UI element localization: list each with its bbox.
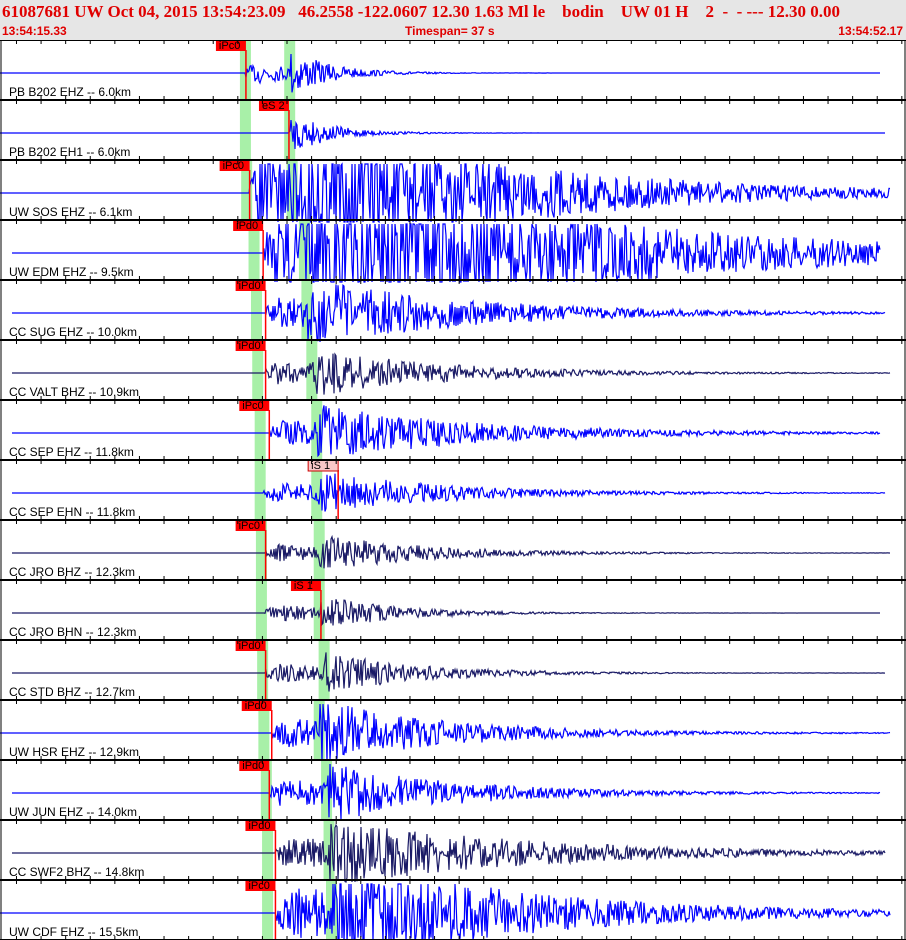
pick-label: iPc0	[239, 520, 260, 532]
p-arrival-band	[255, 580, 267, 640]
trace-row[interactable]: iS 1 CC JRO BHN -- 12.3km	[9, 580, 880, 640]
pick-label: iPd0	[239, 340, 261, 352]
pick-label: eS 2	[262, 100, 285, 112]
start-time: 13:54:15.33	[2, 24, 67, 38]
seismogram	[12, 763, 881, 820]
station-label: CC SEP EHN -- 11.8km	[9, 505, 135, 519]
station-label: CC VALT BHZ -- 10.9km	[9, 385, 139, 399]
station-label: CC STD BHZ -- 12.7km	[9, 685, 135, 699]
trace-row[interactable]: iPd0 UW JUN EHZ -- 14.0km	[9, 760, 881, 820]
seismogram	[0, 119, 885, 150]
seismogram	[12, 283, 886, 343]
station-label: PB B202 EH1 -- 6.0km	[9, 145, 130, 159]
station-label: CC SUG EHZ -- 10.0km	[9, 325, 137, 339]
trace-row[interactable]: iPd0 CC SWF2 BHZ -- 14.8km	[9, 820, 886, 883]
pick-label: iPd0	[236, 220, 258, 232]
seismogram	[12, 405, 881, 458]
trace-row[interactable]: iPc0 UW CDF EHZ -- 15.5km	[0, 880, 891, 940]
seismogram	[12, 599, 880, 627]
pick-label: iPd0	[239, 640, 261, 652]
pick-label: iPc0	[248, 880, 269, 892]
trace-row[interactable]: iPd0 CC SUG EHZ -- 10.0km	[9, 280, 886, 343]
trace-row[interactable]: iPd0 CC VALT BHZ -- 10.9km	[9, 340, 891, 400]
station-label: CC JRO BHZ -- 12.3km	[9, 565, 135, 579]
pick-label: iPc0	[219, 40, 240, 52]
seismogram	[12, 473, 886, 512]
station-label: UW CDF EHZ -- 15.5km	[9, 925, 138, 939]
station-label: UW JUN EHZ -- 14.0km	[9, 805, 137, 819]
trace-row[interactable]: eS 2 PB B202 EH1 -- 6.0km	[0, 100, 885, 160]
station-label: CC JRO BHN -- 12.3km	[9, 625, 136, 639]
pick-label: iPc0	[223, 160, 244, 172]
p-arrival-band	[239, 100, 251, 160]
station-label: PB B202 EHZ -- 6.0km	[9, 85, 131, 99]
trace-row[interactable]: iPc0 CC JRO BHZ -- 12.3km	[9, 520, 890, 580]
station-label: UW HSR EHZ -- 12.9km	[9, 745, 139, 759]
seismogram	[12, 223, 881, 283]
seismogram	[12, 352, 891, 395]
trace-row[interactable]: iPd0 CC STD BHZ -- 12.7km	[9, 640, 886, 700]
seismogram	[12, 534, 890, 569]
trace-row[interactable]: iPc0CC SEP EHZ -- 11.8km	[9, 400, 881, 460]
station-label: UW SOS EHZ -- 6.1km	[9, 205, 132, 219]
pick-label: iPd0	[242, 760, 264, 772]
pick-label: iPc0	[242, 400, 263, 412]
station-label: CC SWF2 BHZ -- 14.8km	[9, 865, 144, 879]
trace-row[interactable]: iPd0UW EDM EHZ -- 9.5km	[9, 220, 881, 283]
trace-row[interactable]: iPc0 UW SOS EHZ -- 6.1km	[0, 160, 891, 224]
waveform-panel[interactable]: iPc0 PB B202 EHZ -- 6.0km eS 2 PB B202 EH1 …	[0, 40, 906, 940]
pick-label: iPd0	[239, 280, 261, 292]
seismogram	[0, 161, 891, 224]
end-time: 13:54:52.17	[838, 24, 903, 38]
pick-label: iS 1	[294, 580, 313, 592]
pick-label: iPd0	[248, 820, 270, 832]
event-header: 61087681 UW Oct 04, 2015 13:54:23.09 46.…	[0, 0, 906, 40]
timespan: Timespan= 37 s	[405, 24, 495, 38]
trace-row[interactable]: iPc0 PB B202 EHZ -- 6.0km	[0, 40, 880, 100]
trace-row[interactable]: iPd0 UW HSR EHZ -- 12.9km	[0, 700, 891, 763]
seismogram	[0, 53, 880, 93]
pick-label: iS 1	[311, 460, 330, 472]
seismogram	[12, 652, 886, 692]
event-summary: 61087681 UW Oct 04, 2015 13:54:23.09 46.…	[2, 2, 841, 21]
trace-row[interactable]: iS 1 CC SEP EHN -- 11.8km	[9, 459, 886, 520]
pick-label: iPd0	[245, 700, 267, 712]
